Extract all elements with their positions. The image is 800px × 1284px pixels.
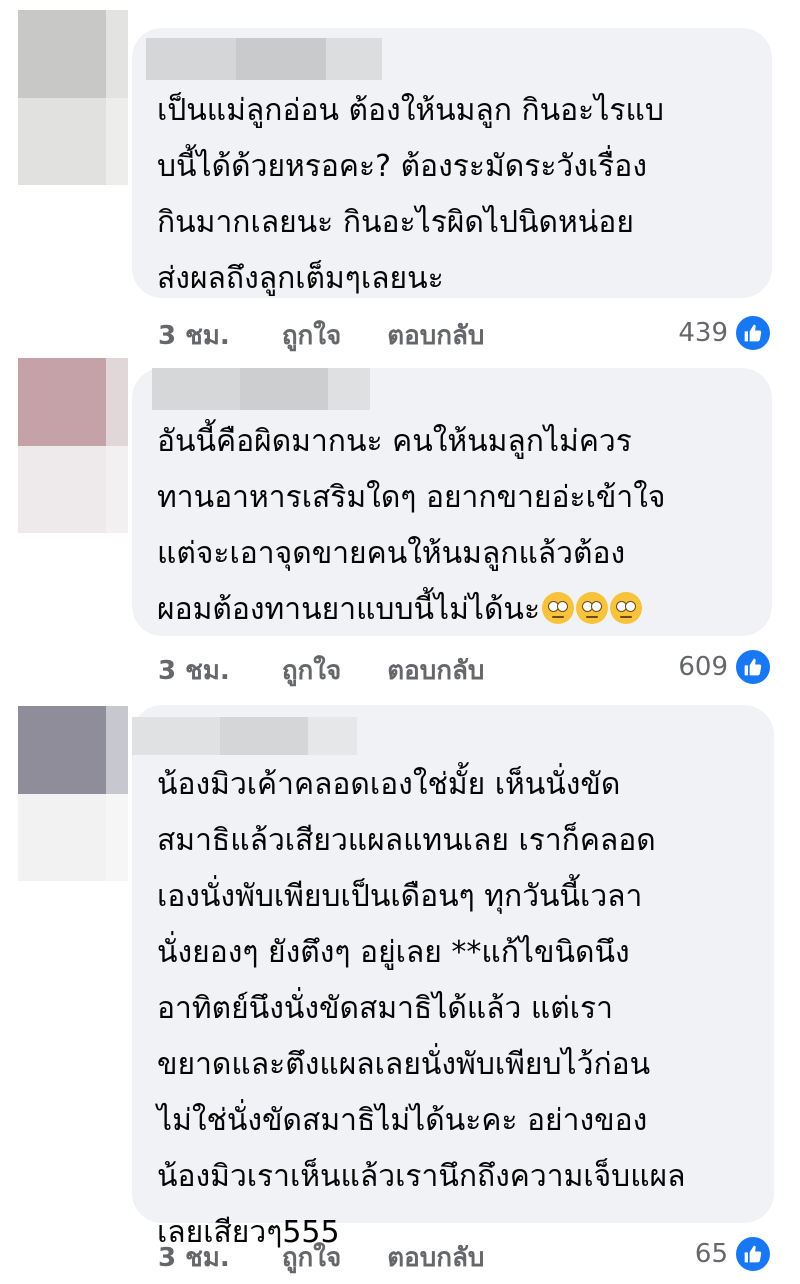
reply-button[interactable]: ตอบกลับ (387, 315, 484, 356)
reaction-count: 609 (678, 652, 728, 682)
reaction-summary[interactable]: 439 (678, 313, 772, 353)
comment-time[interactable]: 3 ชม. (158, 315, 230, 356)
commenter-name-redacted[interactable] (146, 38, 382, 80)
avatar[interactable] (18, 358, 128, 533)
like-button[interactable]: ถูกใจ (282, 650, 341, 691)
thumbs-up-icon (734, 314, 772, 352)
avatar[interactable] (18, 10, 128, 185)
comment-actions: 3 ชม. ถูกใจ ตอบกลับ (158, 650, 484, 690)
reply-button[interactable]: ตอบกลับ (387, 1237, 484, 1278)
face-with-rolling-eyes-icon (576, 592, 609, 624)
like-button[interactable]: ถูกใจ (282, 315, 341, 356)
reply-button[interactable]: ตอบกลับ (387, 650, 484, 691)
reaction-count: 439 (678, 318, 728, 348)
comment-time[interactable]: 3 ชม. (158, 650, 230, 691)
commenter-name-redacted[interactable] (152, 368, 370, 410)
like-button[interactable]: ถูกใจ (282, 1237, 341, 1278)
face-with-rolling-eyes-icon (610, 592, 643, 624)
comment-text: อันนี้คือผิดมากนะ คนให้นมลูกไม่ควร ทานอา… (157, 414, 754, 638)
comment-bubble: เป็นแม่ลูกอ่อน ต้องให้นมลูก กินอะไรแบ บน… (132, 28, 772, 298)
commenter-name-redacted[interactable] (132, 717, 357, 755)
comment-bubble: อันนี้คือผิดมากนะ คนให้นมลูกไม่ควร ทานอา… (132, 368, 772, 636)
face-with-rolling-eyes-icon (542, 592, 575, 624)
comment-text: น้องมิวเค้าคลอดเองใช่มั้ย เห็นนั่งขัด สม… (157, 767, 686, 1250)
comment-actions: 3 ชม. ถูกใจ ตอบกลับ (158, 1237, 484, 1277)
comment-time[interactable]: 3 ชม. (158, 1237, 230, 1278)
comment-text: เป็นแม่ลูกอ่อน ต้องให้นมลูก กินอะไรแบ บน… (157, 93, 664, 296)
avatar[interactable] (18, 706, 128, 881)
comment-bubble: น้องมิวเค้าคลอดเองใช่มั้ย เห็นนั่งขัด สม… (132, 705, 774, 1250)
thumbs-up-icon (734, 648, 772, 686)
thumbs-up-icon (734, 1235, 772, 1273)
reaction-summary[interactable]: 609 (678, 647, 772, 687)
reaction-summary[interactable]: 65 (695, 1234, 772, 1274)
comment-actions: 3 ชม. ถูกใจ ตอบกลับ (158, 315, 484, 355)
reaction-count: 65 (694, 1239, 728, 1269)
